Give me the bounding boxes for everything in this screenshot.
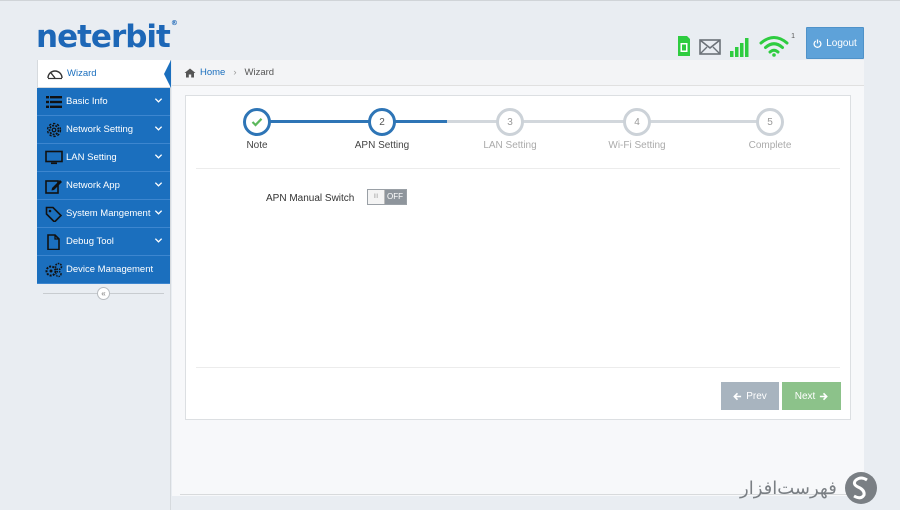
- toggle-knob: III: [368, 190, 385, 204]
- sidebar-item-device-management[interactable]: Device Management: [37, 256, 170, 284]
- sidebar-item-label: Network App: [66, 180, 120, 191]
- sim-card-icon[interactable]: [677, 35, 691, 57]
- wizard-step-apn: 2: [368, 108, 396, 136]
- wizard-step-complete: 5: [756, 108, 784, 136]
- sidebar-item-network-setting[interactable]: Network Setting: [37, 116, 170, 144]
- edit-icon: [45, 179, 62, 194]
- breadcrumb: Home › Wizard: [172, 60, 864, 86]
- watermark: فهرست‌افزار: [740, 468, 879, 508]
- mail-icon[interactable]: [699, 39, 721, 55]
- prev-button[interactable]: Prev: [721, 382, 779, 410]
- step-track-done: [257, 120, 447, 123]
- wizard-step-lan: 3: [496, 108, 524, 136]
- tag-icon: [45, 206, 63, 222]
- monitor-icon: [45, 150, 63, 164]
- chevron-down-icon: [154, 210, 163, 215]
- sidebar-item-basic-info[interactable]: Basic Info: [37, 88, 170, 116]
- sidebar-item-system-management[interactable]: System Mangement: [37, 200, 170, 228]
- sidebar-item-label: Network Setting: [66, 124, 134, 135]
- wizard-step-wifi: 4: [623, 108, 651, 136]
- collapse-sidebar-button[interactable]: «: [97, 287, 110, 300]
- breadcrumb-separator: ›: [233, 67, 237, 78]
- chevron-down-icon: [154, 182, 163, 187]
- step-number: 4: [634, 116, 640, 128]
- wizard-panel: 2 3 4 5 Note APN Setting LAN Setting Wi-…: [185, 95, 851, 420]
- step-label-lan: LAN Setting: [483, 140, 537, 151]
- watermark-logo-icon: [844, 472, 877, 504]
- chevron-down-icon: [154, 98, 163, 103]
- gears-icon: [45, 262, 63, 277]
- next-label: Next: [794, 390, 816, 402]
- divider: [196, 168, 840, 169]
- step-number: 2: [379, 116, 385, 128]
- sidebar-item-wizard[interactable]: Wizard: [37, 60, 171, 88]
- sidebar-item-label: Device Management: [66, 264, 154, 275]
- active-indicator: [164, 60, 171, 88]
- toggle-state: OFF: [387, 192, 403, 201]
- gauge-icon: [47, 69, 63, 79]
- step-label-complete: Complete: [748, 140, 792, 151]
- sidebar-item-label: LAN Setting: [66, 152, 117, 163]
- step-label-note: Note: [246, 140, 268, 151]
- header: neterbit® 1 Logout: [0, 0, 900, 60]
- chevron-down-icon: [154, 126, 163, 131]
- brand-logo: neterbit®: [36, 19, 178, 55]
- sidebar-collapse: «: [37, 284, 170, 304]
- wifi-client-count: 1: [791, 33, 795, 40]
- gear-icon: [46, 122, 62, 137]
- watermark-text: فهرست‌افزار: [740, 477, 837, 499]
- chevron-down-icon: [154, 154, 163, 159]
- arrow-left-icon: [733, 392, 742, 400]
- signal-strength-icon: [730, 38, 749, 57]
- sidebar-item-label: Wizard: [67, 68, 97, 79]
- step-number: 5: [767, 116, 773, 128]
- arrow-right-icon: [820, 392, 829, 400]
- apn-switch-label: APN Manual Switch: [266, 193, 355, 204]
- sidebar-item-label: System Mangement: [66, 208, 151, 219]
- wizard-step-note: [243, 108, 271, 136]
- checkmark-icon: [251, 118, 263, 127]
- step-number: 3: [507, 116, 513, 128]
- list-icon: [46, 95, 62, 108]
- step-label-apn: APN Setting: [354, 140, 410, 151]
- sidebar-item-debug-tool[interactable]: Debug Tool: [37, 228, 170, 256]
- file-icon: [47, 233, 60, 250]
- home-icon: [184, 68, 196, 77]
- step-label-wifi: Wi-Fi Setting: [608, 140, 666, 151]
- logout-label: Logout: [826, 37, 857, 49]
- sidebar-item-network-app[interactable]: Network App: [37, 172, 170, 200]
- wifi-icon[interactable]: 1: [759, 33, 795, 57]
- logout-button[interactable]: Logout: [806, 27, 864, 59]
- power-icon: [813, 38, 822, 48]
- sidebar-item-label: Basic Info: [66, 96, 108, 107]
- apn-manual-switch-toggle[interactable]: III OFF: [367, 189, 407, 205]
- sidebar-item-lan-setting[interactable]: LAN Setting: [37, 144, 170, 172]
- sidebar-item-label: Debug Tool: [66, 236, 114, 247]
- next-button[interactable]: Next: [782, 382, 841, 410]
- breadcrumb-current: Wizard: [244, 67, 275, 78]
- breadcrumb-home-label: Home: [200, 67, 226, 78]
- breadcrumb-home-link[interactable]: Home: [184, 67, 225, 78]
- prev-label: Prev: [746, 390, 767, 402]
- chevron-down-icon: [154, 238, 163, 243]
- status-icons: 1: [677, 33, 795, 57]
- sidebar: Wizard Basic Info Network Setting LAN Se…: [37, 60, 171, 510]
- divider: [196, 367, 840, 368]
